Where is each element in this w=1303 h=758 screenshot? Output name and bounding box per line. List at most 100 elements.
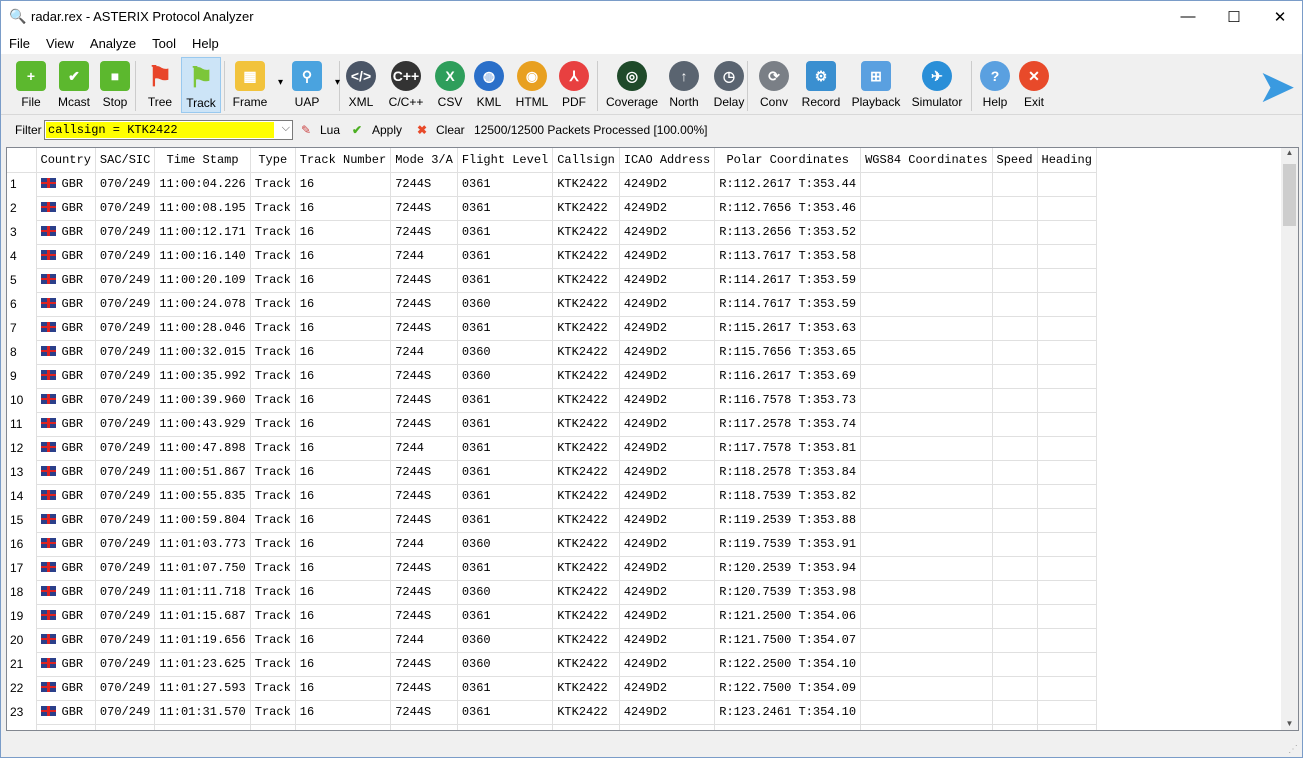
vertical-scrollbar[interactable]: ▲ ▼ xyxy=(1281,148,1298,730)
column-header[interactable]: Callsign xyxy=(552,148,620,173)
toolbar-mcast-button[interactable]: ✔ Mcast xyxy=(56,57,92,113)
column-header[interactable]: Mode 3/A xyxy=(390,148,458,173)
filter-combobox[interactable]: ⌵ xyxy=(44,120,293,140)
table-row[interactable]: 19 GBR 070/249 11:01:15.687 Track 16 7244S 0361… xyxy=(7,603,1097,629)
toolbar-exit-button[interactable]: ✕ Exit xyxy=(1017,57,1051,113)
toolbar-label: Record xyxy=(801,95,841,109)
table-row[interactable]: 22 GBR 070/249 11:01:27.593 Track 16 7244S 0361… xyxy=(7,675,1097,701)
table-row[interactable]: 18 GBR 070/249 11:01:11.718 Track 16 7244S 0360… xyxy=(7,579,1097,605)
cell-type: Track xyxy=(249,195,296,221)
menu-file[interactable]: File xyxy=(1,36,38,51)
menu-tool[interactable]: Tool xyxy=(144,36,184,51)
table-row[interactable]: 2 GBR 070/249 11:00:08.195 Track 16 7244S 0361 K… xyxy=(7,195,1097,221)
cell-text: 11:00:35.992 xyxy=(159,369,246,383)
column-header[interactable]: ICAO Address xyxy=(618,148,716,173)
toolbar-pdf-button[interactable]: ⅄ PDF xyxy=(558,57,590,113)
column-header[interactable]: Track Number xyxy=(294,148,392,173)
cell-text: 4249D2 xyxy=(623,345,668,359)
lua-button[interactable]: Lua xyxy=(320,123,340,137)
toolbar-csv-button[interactable]: X CSV xyxy=(433,57,467,113)
table-row[interactable]: 17 GBR 070/249 11:01:07.750 Track 16 7244S 0361… xyxy=(7,555,1097,581)
toolbar-playback-button[interactable]: ⊞ Playback xyxy=(849,57,903,113)
apply-button[interactable]: Apply xyxy=(372,123,402,137)
uk-flag-icon xyxy=(40,370,56,380)
minimize-button[interactable]: — xyxy=(1165,1,1211,32)
table-row[interactable]: 11 GBR 070/249 11:00:43.929 Track 16 7244S 0361… xyxy=(7,411,1097,437)
scroll-up-icon[interactable]: ▲ xyxy=(1281,148,1298,157)
empty-cell xyxy=(154,723,251,730)
cell-heading xyxy=(1036,531,1097,557)
toolbar-stop-button[interactable]: ■ Stop xyxy=(98,57,132,113)
column-header[interactable]: Time Stamp xyxy=(154,148,251,173)
cell-polar-coordinates: R:115.2617 T:353.63 xyxy=(714,315,862,341)
column-header[interactable]: Country xyxy=(35,148,96,173)
toolbar-simulator-button[interactable]: ✈ Simulator xyxy=(909,57,965,113)
column-header[interactable]: WGS84 Coordinates xyxy=(860,148,993,173)
cell-text: KTK2422 xyxy=(557,345,608,359)
toolbar-coverage-button[interactable]: ◎ Coverage xyxy=(603,57,661,113)
resize-grip-icon[interactable]: ⋰ xyxy=(1288,744,1298,755)
column-header[interactable]: SAC/SIC xyxy=(94,148,156,173)
toolbar-xml-button[interactable]: </> XML xyxy=(343,57,379,113)
empty-cell xyxy=(552,723,620,730)
toolbar-cc-button[interactable]: C++ C/C++ xyxy=(386,57,426,113)
table-row[interactable]: 10 GBR 070/249 11:00:39.960 Track 16 7244S 0361… xyxy=(7,387,1097,413)
chevron-down-icon[interactable]: ⌵ xyxy=(282,122,290,135)
table-row[interactable]: 7 GBR 070/249 11:00:28.046 Track 16 7244S 0361 K… xyxy=(7,315,1097,341)
column-header[interactable]: Type xyxy=(249,148,296,173)
toolbar-kml-button[interactable]: ◍ KML xyxy=(472,57,506,113)
table-row[interactable]: 3 GBR 070/249 11:00:12.171 Track 16 7244S 0361 K… xyxy=(7,219,1097,245)
dropdown-arrow-icon[interactable]: ▾ xyxy=(278,77,283,88)
table-row[interactable]: 21 GBR 070/249 11:01:23.625 Track 16 7244S 0360… xyxy=(7,651,1097,677)
maximize-button[interactable]: ☐ xyxy=(1211,1,1257,32)
table-row[interactable]: 23 GBR 070/249 11:01:31.570 Track 16 7244S 0361… xyxy=(7,699,1097,725)
toolbar-frame-button[interactable]: ▦ Frame ▾ xyxy=(229,57,283,113)
cell-text: 4249D2 xyxy=(623,321,668,335)
cell-icao-address: 4249D2 xyxy=(618,435,716,461)
cell-wgs84-coordinates xyxy=(860,507,993,533)
scroll-down-icon[interactable]: ▼ xyxy=(1281,719,1298,728)
table-row[interactable]: 6 GBR 070/249 11:00:24.078 Track 16 7244S 0360 K… xyxy=(7,291,1097,317)
toolbar-uap-button[interactable]: ⚲ UAP ▾ xyxy=(286,57,340,113)
table-row[interactable]: 12 GBR 070/249 11:00:47.898 Track 16 7244 0361 K… xyxy=(7,435,1097,461)
toolbar-file-button[interactable]: + File xyxy=(15,57,47,113)
uk-flag-icon xyxy=(40,490,56,500)
cell-polar-coordinates: R:113.7617 T:353.58 xyxy=(714,243,862,269)
toolbar-track-button[interactable]: ⚑ Track xyxy=(181,57,221,113)
column-header[interactable] xyxy=(7,148,37,173)
table-row[interactable]: 9 GBR 070/249 11:00:35.992 Track 16 7244S 0360 K… xyxy=(7,363,1097,389)
column-header[interactable]: Flight Level xyxy=(456,148,554,173)
table-row[interactable]: 5 GBR 070/249 11:00:20.109 Track 16 7244S 0361 K… xyxy=(7,267,1097,293)
column-header[interactable]: Polar Coordinates xyxy=(714,148,862,173)
clear-button[interactable]: Clear xyxy=(436,123,465,137)
toolbar-delay-button[interactable]: ◷ Delay xyxy=(710,57,748,113)
toolbar-help-button[interactable]: ? Help xyxy=(977,57,1013,113)
row-number: 11 xyxy=(7,412,37,436)
menu-view[interactable]: View xyxy=(38,36,82,51)
scrollbar-thumb[interactable] xyxy=(1283,164,1296,226)
table-row[interactable]: 15 GBR 070/249 11:00:59.804 Track 16 7244S 0361… xyxy=(7,507,1097,533)
toolbar-record-button[interactable]: ⚙ Record xyxy=(800,57,842,113)
table-row[interactable]: 16 GBR 070/249 11:01:03.773 Track 16 7244 0360 K… xyxy=(7,531,1097,557)
toolbar-tree-button[interactable]: ⚑ Tree xyxy=(141,57,179,113)
table-row[interactable]: 13 GBR 070/249 11:00:51.867 Track 16 7244S 0361… xyxy=(7,459,1097,485)
column-header[interactable]: Heading xyxy=(1036,148,1097,173)
menu-help[interactable]: Help xyxy=(184,36,227,51)
cell-text: GBR xyxy=(61,369,84,383)
close-button[interactable]: ✕ xyxy=(1257,1,1303,32)
toolbar-north-button[interactable]: ↑ North xyxy=(666,57,702,113)
table-row[interactable]: 8 GBR 070/249 11:00:32.015 Track 16 7244 0360 KT… xyxy=(7,339,1097,365)
toolbar-html-button[interactable]: ◉ HTML xyxy=(512,57,552,113)
table-row[interactable]: 20 GBR 070/249 11:01:19.656 Track 16 7244 0360 K… xyxy=(7,627,1097,653)
cell-text: R:114.2617 T:353.59 xyxy=(719,273,857,287)
toolbar-conv-button[interactable]: ⟳ Conv xyxy=(757,57,791,113)
table-row[interactable]: 14 GBR 070/249 11:00:55.835 Track 16 7244S 0361… xyxy=(7,483,1097,509)
dropdown-arrow-icon[interactable]: ▾ xyxy=(335,77,340,88)
table-row[interactable]: 4 GBR 070/249 11:00:16.140 Track 16 7244 0361 KT… xyxy=(7,243,1097,269)
table-row[interactable]: 1 GBR 070/249 11:00:04.226 Track 16 7244S 0361 K… xyxy=(7,171,1097,197)
filter-input[interactable] xyxy=(46,122,274,138)
cell-sac-sic: 070/249 xyxy=(94,267,156,293)
menu-analyze[interactable]: Analyze xyxy=(82,36,144,51)
column-header[interactable]: Speed xyxy=(991,148,1038,173)
cell-speed xyxy=(991,459,1038,485)
